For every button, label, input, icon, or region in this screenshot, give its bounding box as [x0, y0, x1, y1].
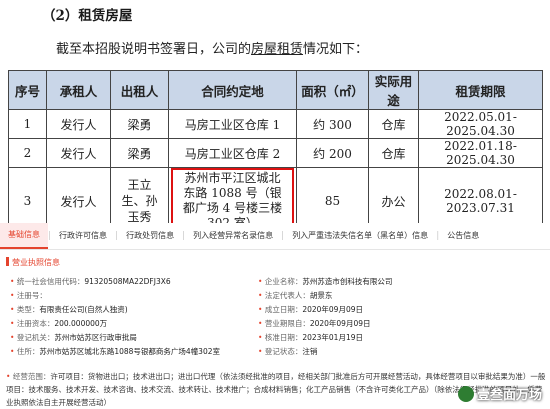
section-title-text: 营业执照信息	[12, 258, 60, 267]
col-header: 出租人	[110, 70, 169, 110]
tab-admin-license[interactable]: 行政许可信息	[51, 223, 115, 249]
business-scope-label: 经营范围：	[12, 372, 51, 381]
tab-blacklist[interactable]: 列入严重违法失信名单（黑名单）信息	[284, 223, 436, 249]
lease-table: 序号 承租人 出租人 合同约定地 面积（㎡） 实际用途 租赁期限 1 发行人 梁…	[8, 70, 543, 235]
watermark: 壹叁面万场	[457, 384, 542, 403]
field-row: • 类型：有限责任公司(自然人独资)	[10, 305, 128, 314]
col-header: 租赁期限	[418, 70, 543, 110]
field-row: • 注册资本：200.000000万	[10, 319, 108, 328]
company-info-panel: 基础信息 | 行政许可信息 | 行政处罚信息 | 列入经营异常名录信息 | 列入…	[0, 223, 550, 409]
intro-pre: 截至本招股说明书签署日，公司的	[56, 42, 252, 57]
table-cell: 马房工业区仓库 2	[168, 138, 297, 168]
table-cell: 2	[8, 138, 47, 168]
watermark-text: 壹叁面万场	[476, 388, 542, 403]
tab-bar: 基础信息 | 行政许可信息 | 行政处罚信息 | 列入经营异常名录信息 | 列入…	[0, 223, 550, 250]
field-row: • 核准日期：2023年01月19日	[258, 333, 364, 342]
table-cell: 1	[8, 109, 47, 139]
table-header-row: 序号 承租人 出租人 合同约定地 面积（㎡） 实际用途 租赁期限	[8, 70, 543, 110]
table-cell: 仓库	[368, 138, 419, 168]
field-row: • 登记状态：注销	[258, 347, 318, 356]
col-header: 序号	[8, 70, 47, 110]
left-field-list: • 统一社会信用代码：91320508MA22DFJ3X6 • 注册号： • 类…	[10, 275, 220, 359]
field-row: • 登记机关：苏州市姑苏区行政审批局	[10, 333, 137, 342]
tab-admin-penalty[interactable]: 行政处罚信息	[118, 223, 182, 249]
intro-post: 情况如下：	[303, 42, 369, 57]
table-cell: 梁勇	[110, 138, 169, 168]
field-row: • 营业期限自：2020年09月09日	[258, 319, 371, 328]
table-cell: 约 200	[296, 138, 369, 168]
col-header: 承租人	[46, 70, 111, 110]
wechat-logo-icon	[457, 385, 474, 402]
tab-basic-info[interactable]: 基础信息	[0, 223, 48, 249]
table-row: 1 发行人 梁勇 马房工业区仓库 1 约 300 仓库 2022.05.01-2…	[8, 109, 543, 139]
tab-abnormal-list[interactable]: 列入经营异常名录信息	[185, 223, 281, 249]
section-marker-icon	[6, 257, 9, 266]
col-header: 实际用途	[368, 70, 419, 110]
intro-paragraph: 截至本招股说明书签署日，公司的房屋租赁情况如下：	[56, 38, 368, 57]
section-heading: （2）租赁房屋	[42, 8, 133, 24]
field-row: • 住所：苏州市姑苏区城北东路1088号银都商务广场4幢302室	[10, 347, 221, 356]
table-cell: 发行人	[46, 138, 111, 168]
table-cell: 约 300	[296, 109, 369, 139]
table-row: 2 发行人 梁勇 马房工业区仓库 2 约 200 仓库 2022.01.18-2…	[8, 138, 543, 168]
table-cell: 仓库	[368, 109, 419, 139]
right-field-list: • 企业名称：苏州苏造市创科技有限公司 • 法定代表人：胡景东 • 成立日期：2…	[258, 275, 392, 359]
col-header: 合同约定地	[168, 70, 297, 110]
intro-underlined: 房屋租赁	[251, 42, 304, 57]
tab-announcements[interactable]: 公告信息	[439, 223, 487, 249]
field-row: • 统一社会信用代码：91320508MA22DFJ3X6	[10, 277, 171, 286]
table-cell: 马房工业区仓库 1	[168, 109, 297, 139]
table-cell: 2022.05.01-2025.04.30	[418, 109, 543, 139]
table-cell: 2022.01.18-2025.04.30	[418, 138, 543, 168]
table-cell: 发行人	[46, 109, 111, 139]
field-row: • 法定代表人：胡景东	[258, 291, 333, 300]
col-header: 面积（㎡）	[296, 70, 369, 110]
field-row: • 注册号：	[10, 291, 47, 300]
field-row: • 企业名称：苏州苏造市创科技有限公司	[258, 277, 393, 286]
table-cell: 梁勇	[110, 109, 169, 139]
field-row: • 成立日期：2020年09月09日	[258, 305, 364, 314]
section-title: 营业执照信息	[6, 257, 60, 268]
